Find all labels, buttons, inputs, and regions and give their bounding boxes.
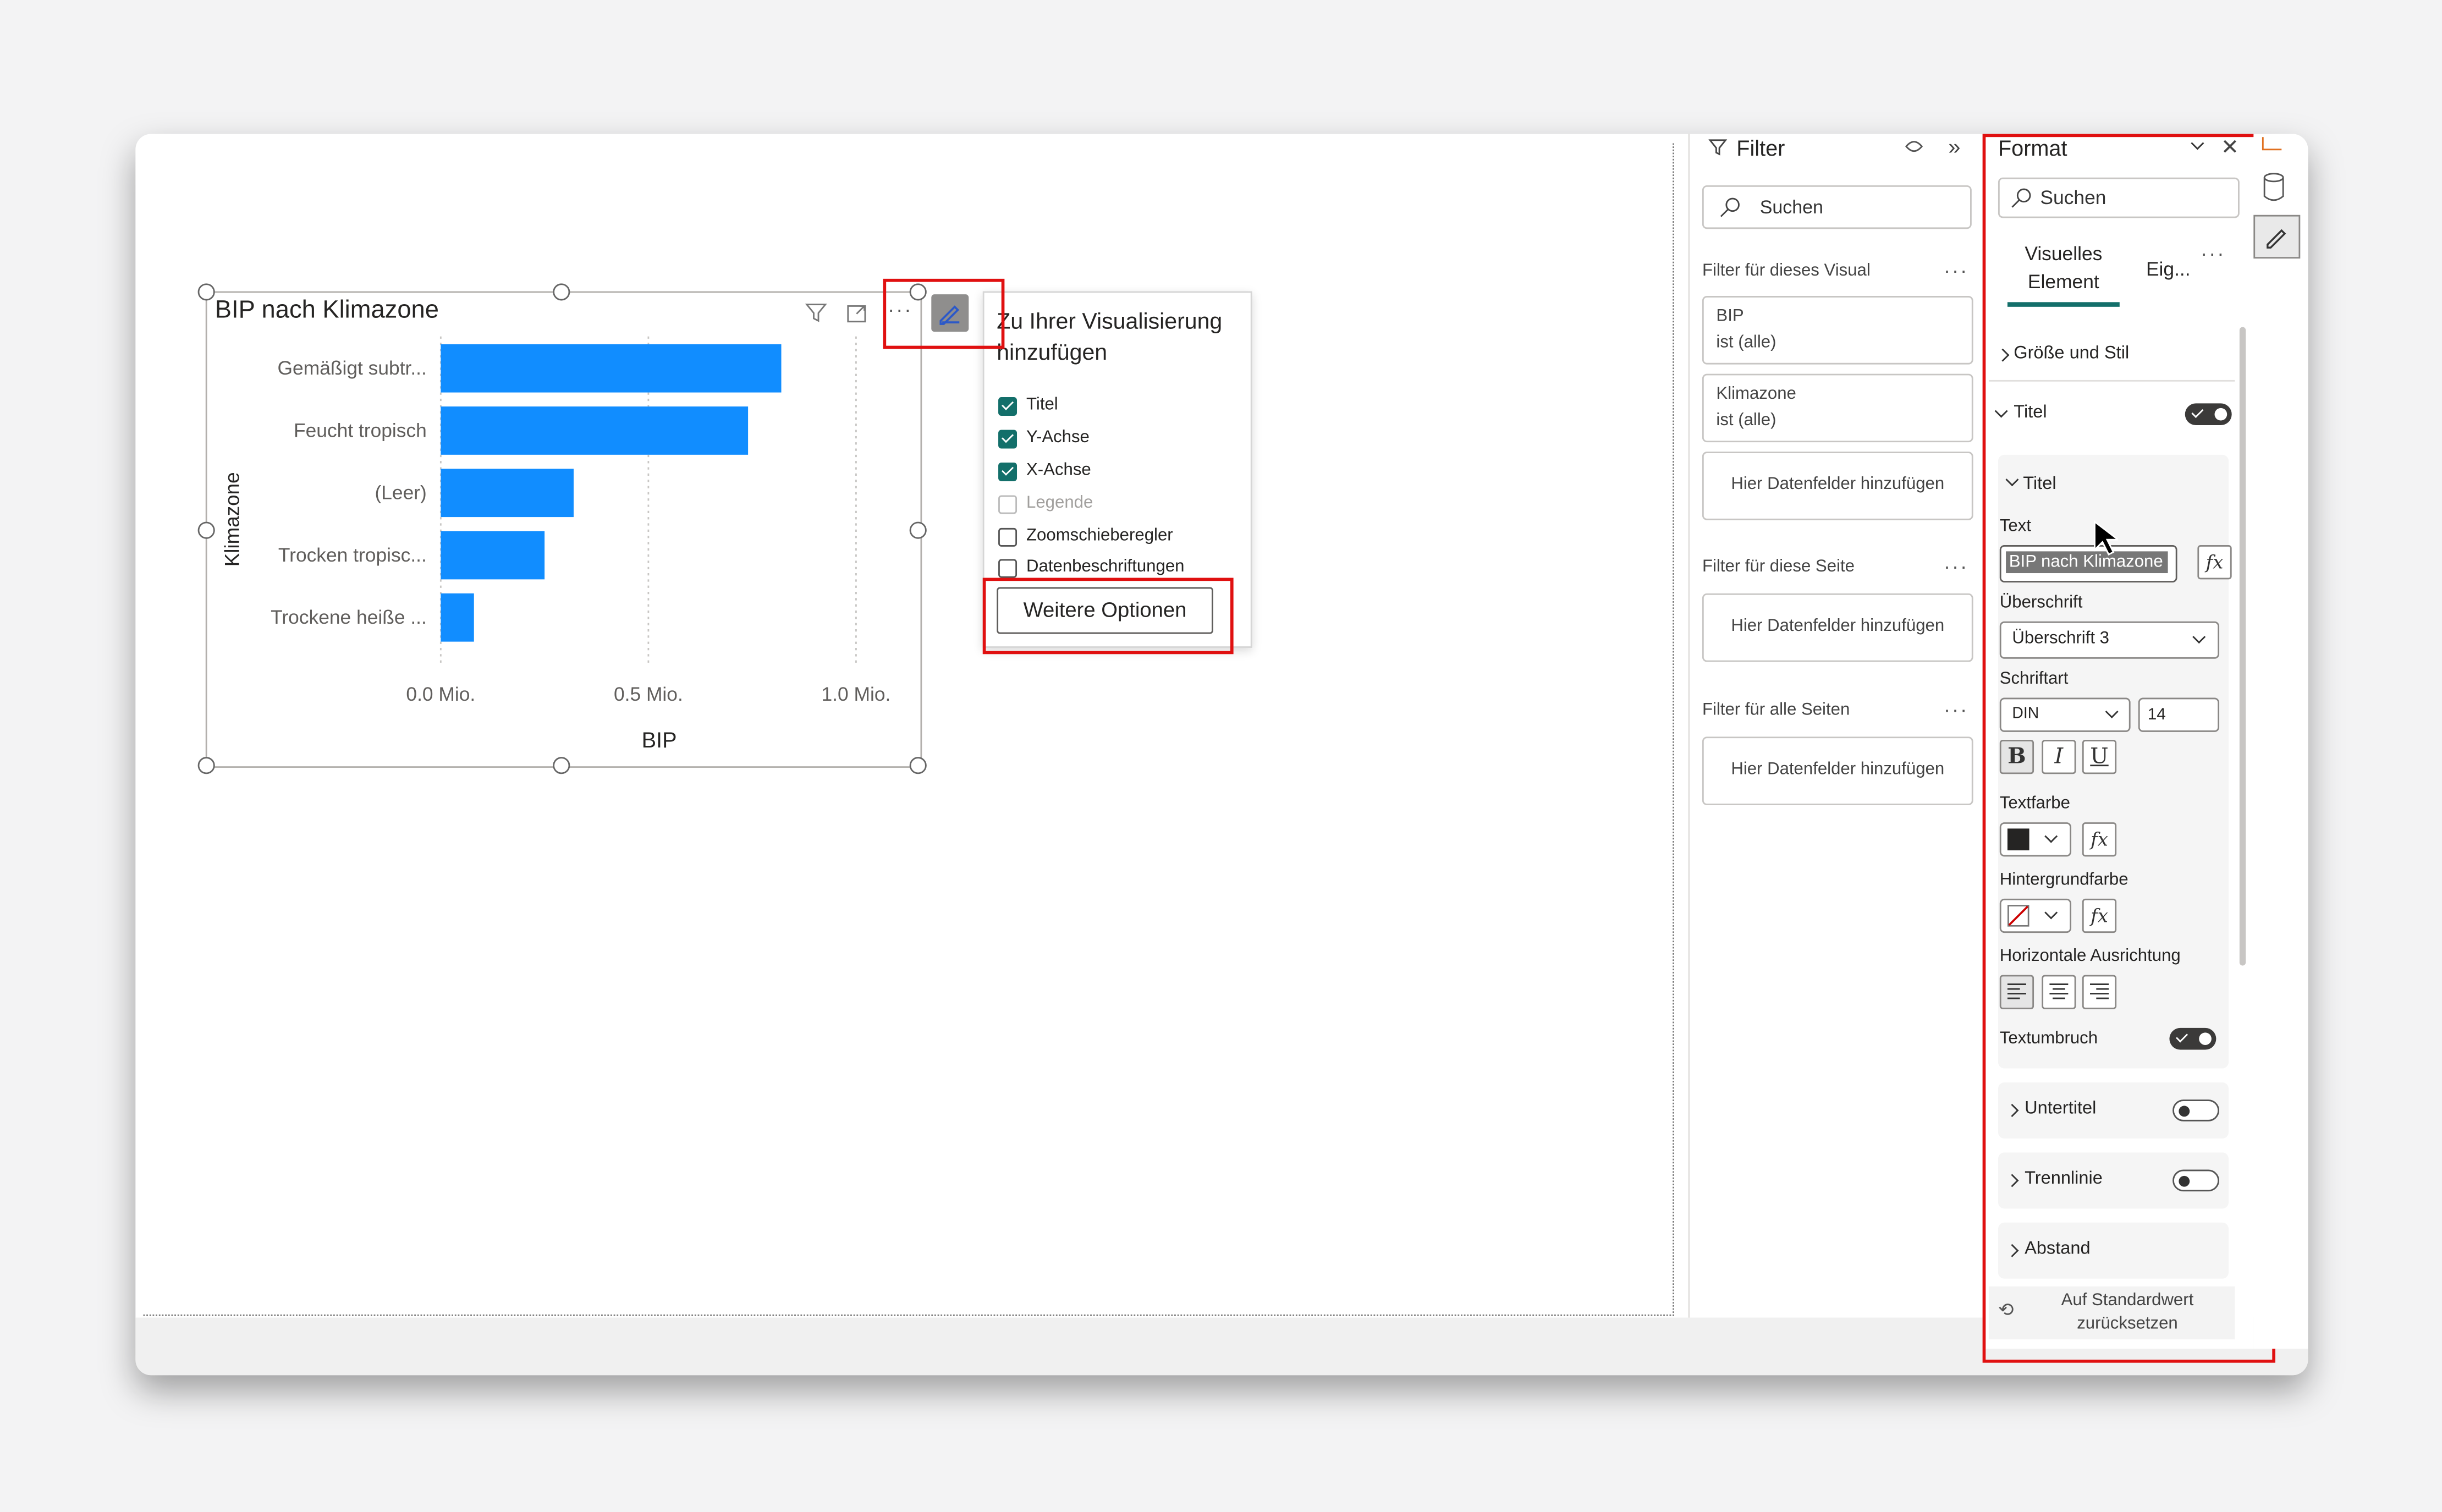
checkbox-label-y-achse: Y-Achse — [1026, 428, 1090, 447]
filter-card-klimazone-value: ist (alle) — [1716, 411, 1777, 430]
bar-chart-visual[interactable]: BIP nach Klimazone ··· Klimazone BIP 0.0… — [205, 291, 969, 768]
visual-title: BIP nach Klimazone — [215, 297, 439, 324]
format-pane-button[interactable] — [2253, 215, 2301, 259]
filter-pane: Filter » Suchen Filter für dieses Visual… — [1688, 134, 1983, 1318]
mouse-cursor-icon — [2094, 520, 2118, 556]
x-axis-label: BIP — [641, 727, 677, 752]
filter-add-page-label: Hier Datenfelder hinzufügen — [1731, 617, 1945, 636]
bar[interactable] — [441, 344, 782, 393]
filter-add-visual-field[interactable]: Hier Datenfelder hinzufügen — [1702, 452, 1973, 520]
checkbox-label-zoomschieberegler: Zoomschieberegler — [1026, 526, 1173, 546]
x-tick-label: 0.0 Mio. — [406, 684, 475, 705]
highlight-format-button — [883, 278, 1005, 349]
chart-plot: 0.0 Mio. 0.5 Mio. 1.0 Mio. Gemäßigt subtr..… — [271, 336, 891, 705]
filter-section-all: Filter für alle Seiten — [1702, 701, 1850, 720]
resize-handle-ml[interactable] — [197, 521, 215, 539]
filter-search-input[interactable]: Suchen — [1702, 185, 1972, 229]
checkbox-legende — [998, 495, 1018, 514]
search-icon — [1720, 197, 1740, 217]
y-tick-label: Feucht tropisch — [294, 420, 427, 441]
filter-pane-title: Filter — [1736, 135, 1785, 161]
checkbox-y-achse[interactable] — [998, 430, 1018, 449]
checkbox-label-legende: Legende — [1026, 493, 1093, 513]
focus-mode-icon[interactable] — [846, 302, 868, 324]
filter-add-all-label: Hier Datenfelder hinzufügen — [1731, 760, 1945, 779]
filter-section-page: Filter für diese Seite — [1702, 557, 1855, 576]
eye-icon[interactable] — [1905, 139, 1923, 154]
checkbox-titel[interactable] — [998, 397, 1018, 416]
filter-card-klimazone[interactable]: Klimazone ist (alle) — [1702, 373, 1973, 443]
filter-page-more-icon[interactable]: ··· — [1944, 554, 1968, 578]
checkbox-label-datenbeschriftungen: Datenbeschriftungen — [1026, 557, 1185, 576]
checkbox-label-titel: Titel — [1026, 395, 1058, 415]
resize-handle-mr[interactable] — [909, 521, 927, 539]
x-tick-label: 0.5 Mio. — [614, 684, 683, 705]
resize-handle-bm[interactable] — [553, 757, 570, 774]
y-tick-label: Trocken tropisc... — [278, 545, 427, 566]
popup-heading-line1: Zu Ihrer Visualisierung — [997, 310, 1223, 335]
data-cylinder-icon[interactable] — [2263, 173, 2285, 201]
checkbox-zoomschieberegler[interactable] — [998, 527, 1018, 547]
bar[interactable] — [441, 593, 474, 642]
x-tick-label: 1.0 Mio. — [822, 684, 891, 705]
resize-handle-tm[interactable] — [553, 283, 570, 301]
filter-add-page-field[interactable]: Hier Datenfelder hinzufügen — [1702, 593, 1973, 662]
paintbrush-icon — [2267, 229, 2286, 249]
y-tick-label: Trockene heiße ... — [271, 607, 427, 628]
y-tick-label: Gemäßigt subtr... — [278, 358, 427, 379]
filter-add-all-field[interactable]: Hier Datenfelder hinzufügen — [1702, 736, 1973, 805]
resize-handle-br[interactable] — [909, 757, 927, 774]
y-axis-label: Klimazone — [220, 472, 244, 567]
filter-visual-more-icon[interactable]: ··· — [1944, 259, 1968, 282]
checkbox-label-x-achse: X-Achse — [1026, 461, 1091, 480]
checkbox-x-achse[interactable] — [998, 462, 1018, 481]
checkbox-datenbeschriftungen[interactable] — [998, 559, 1018, 578]
funnel-icon — [1708, 139, 1728, 156]
highlight-format-pane — [1982, 134, 2275, 1363]
filter-icon[interactable] — [805, 302, 827, 324]
filter-card-klimazone-name: Klimazone — [1716, 384, 1796, 404]
bar[interactable] — [441, 469, 574, 518]
popup-heading-line2: hinzufügen — [997, 341, 1108, 366]
resize-handle-tl[interactable] — [197, 283, 215, 301]
filter-card-bip[interactable]: BIP ist (alle) — [1702, 296, 1973, 365]
collapse-filter-icon[interactable]: » — [1948, 134, 1960, 159]
filter-card-bip-name: BIP — [1716, 306, 1744, 326]
bar[interactable] — [441, 531, 545, 580]
right-rail — [2253, 134, 2308, 1349]
bar[interactable] — [441, 406, 749, 455]
app-window: BIP nach Klimazone ··· Klimazone BIP 0.0… — [135, 134, 2308, 1376]
visualizations-icon[interactable] — [2261, 137, 2283, 152]
resize-handle-bl[interactable] — [197, 757, 215, 774]
filter-add-visual-label: Hier Datenfelder hinzufügen — [1731, 475, 1945, 494]
filter-search-placeholder: Suchen — [1759, 196, 1823, 218]
filter-card-bip-value: ist (alle) — [1716, 333, 1777, 352]
highlight-weitere-optionen — [982, 578, 1234, 655]
filter-all-more-icon[interactable]: ··· — [1944, 698, 1968, 721]
filter-section-visual: Filter für dieses Visual — [1702, 261, 1871, 281]
y-tick-label: (Leer) — [375, 482, 426, 504]
